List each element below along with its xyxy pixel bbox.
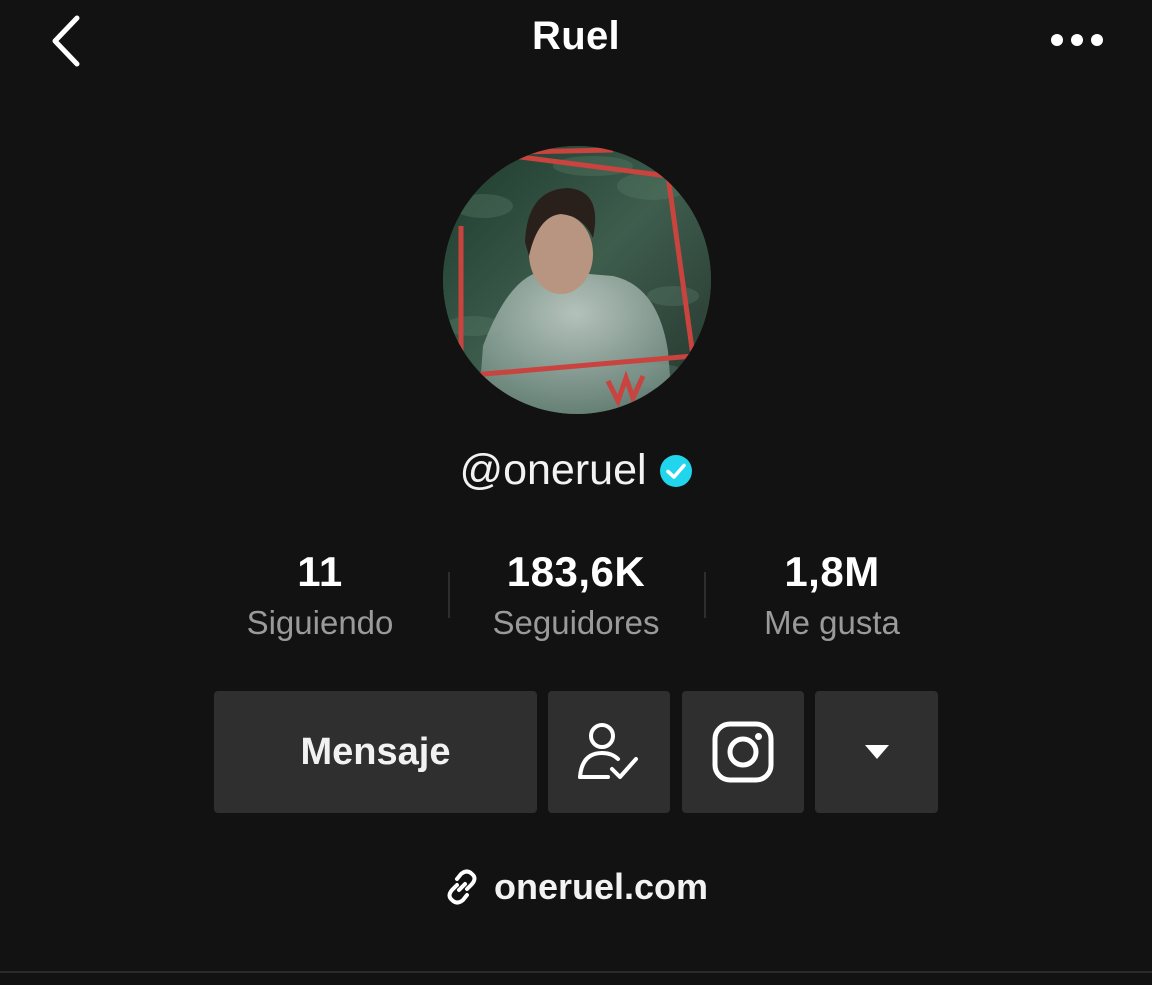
avatar[interactable] bbox=[443, 146, 711, 414]
page-title: Ruel bbox=[532, 14, 620, 58]
instagram-button[interactable] bbox=[682, 691, 804, 813]
following-count: 11 bbox=[297, 548, 343, 595]
username: @oneruel bbox=[459, 446, 647, 494]
more-horizontal-icon bbox=[1051, 34, 1063, 46]
website-link[interactable]: oneruel.com bbox=[0, 866, 1152, 908]
followers-count: 183,6K bbox=[506, 548, 646, 595]
more-options-button[interactable] bbox=[1042, 18, 1112, 62]
website-link-text: oneruel.com bbox=[493, 866, 709, 907]
link-icon bbox=[447, 869, 477, 905]
user-check-icon bbox=[578, 723, 638, 779]
divider bbox=[0, 971, 1152, 973]
message-button[interactable]: Mensaje bbox=[214, 691, 537, 813]
profile-page: Ruel @oneruel 11 Siguiendo 183,6K Seguid… bbox=[0, 0, 1152, 985]
stat-followers[interactable]: 183,6K Seguidores bbox=[446, 548, 706, 642]
verified-badge-icon bbox=[659, 454, 692, 487]
caret-down-icon bbox=[864, 745, 889, 759]
more-actions-dropdown[interactable] bbox=[815, 691, 938, 813]
stat-likes[interactable]: 1,8M Me gusta bbox=[702, 548, 962, 642]
following-button[interactable] bbox=[548, 691, 670, 813]
likes-label: Me gusta bbox=[764, 604, 900, 641]
instagram-icon bbox=[712, 721, 774, 783]
followers-label: Seguidores bbox=[492, 604, 660, 641]
stat-following[interactable]: 11 Siguiendo bbox=[190, 548, 450, 642]
profile-photo bbox=[443, 146, 711, 414]
likes-count: 1,8M bbox=[784, 548, 880, 595]
following-label: Siguiendo bbox=[246, 604, 394, 641]
username-row: @oneruel bbox=[0, 446, 1152, 495]
